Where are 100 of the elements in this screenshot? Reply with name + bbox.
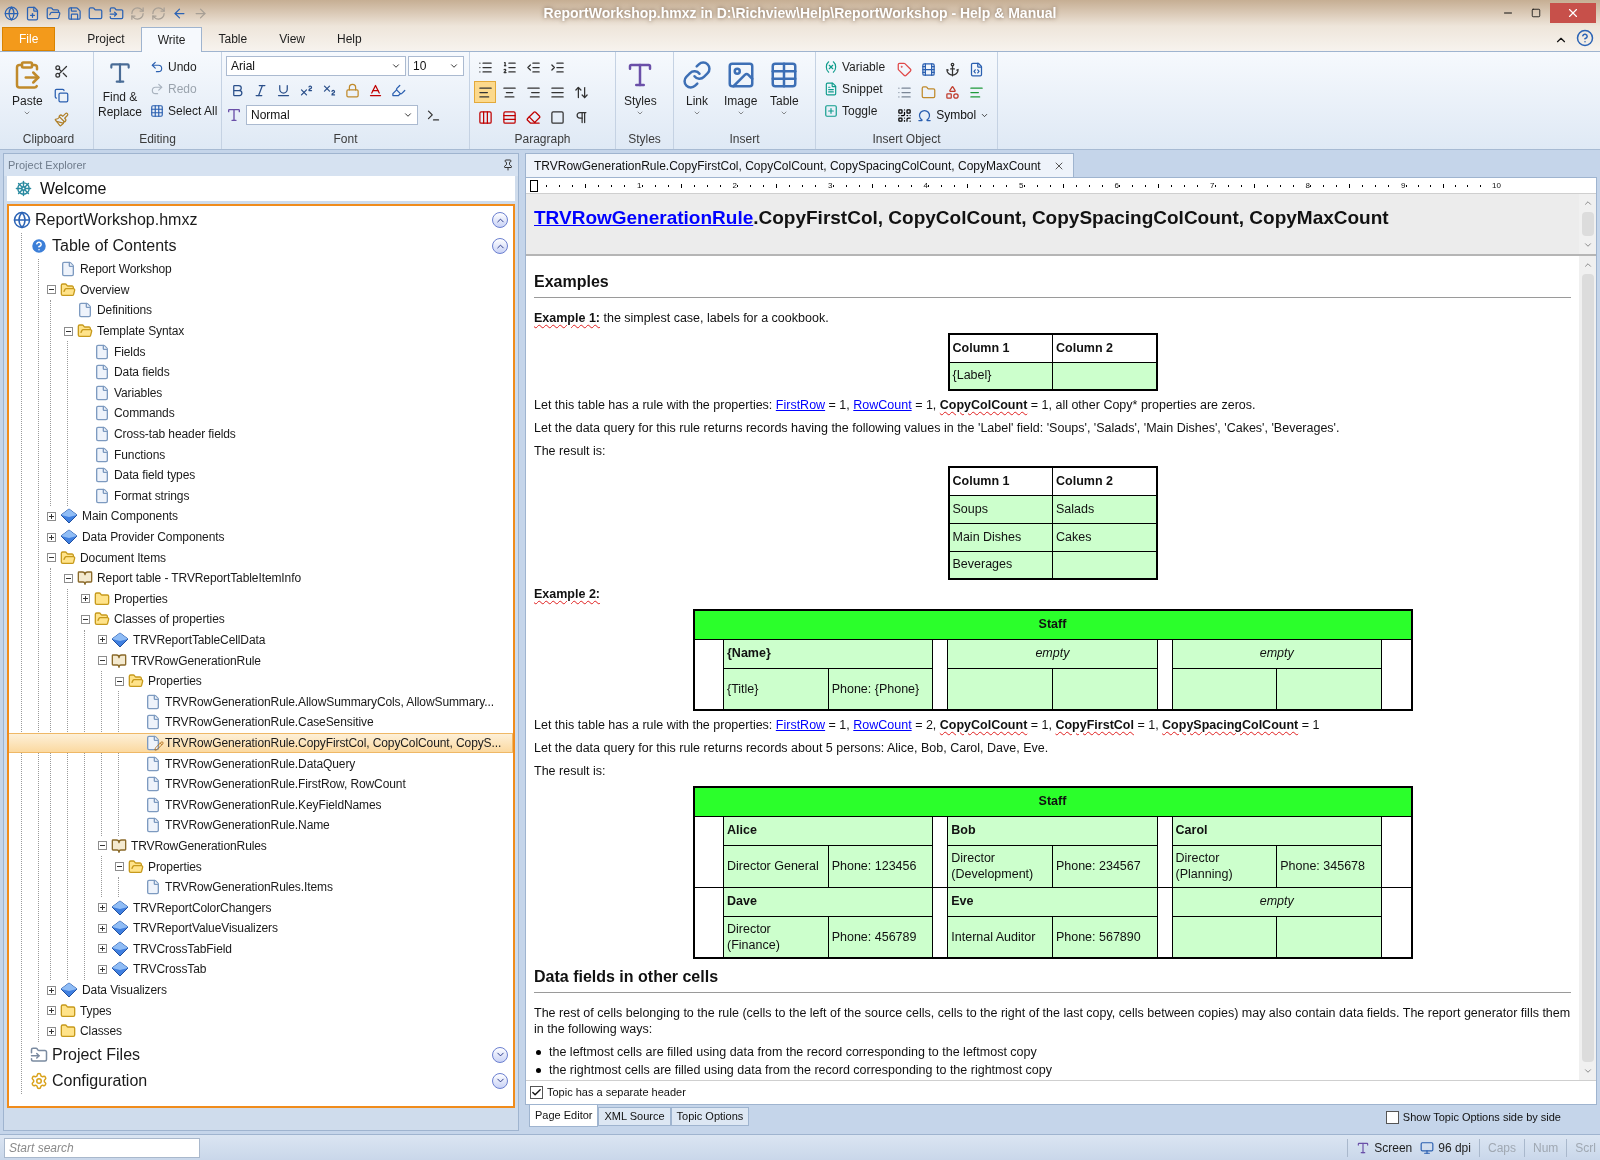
tree-item[interactable]: Properties [114, 856, 513, 877]
ribbon-tab[interactable]: Table [202, 27, 264, 51]
editor-mode-tab[interactable]: Page Editor [529, 1105, 599, 1127]
toggle-button[interactable]: Toggle [820, 100, 890, 122]
tree-item[interactable]: Commands [80, 403, 513, 424]
tree-item[interactable]: Data field types [80, 464, 513, 486]
style-icon[interactable] [226, 107, 242, 123]
tree-item[interactable]: Template Syntax [63, 320, 513, 342]
link[interactable]: RowCount [853, 718, 912, 732]
tree-item[interactable]: TRVRowGenerationRule.AllowSummaryCols, AllowSummary... [131, 691, 513, 713]
tree-item[interactable]: Functions [80, 444, 513, 465]
folder-icon[interactable] [88, 5, 103, 21]
collapse-icon[interactable] [115, 862, 124, 871]
tree-item[interactable]: TRVCrossTab [97, 959, 513, 980]
styles-button[interactable]: Styles [620, 56, 661, 130]
tree-item[interactable]: TRVRowGenerationRule.CopyFirstCol, CopyColCount, CopyS... [9, 732, 513, 754]
table-button[interactable]: Table [765, 56, 804, 130]
tree-item[interactable]: Overview [46, 279, 513, 301]
expand-section-button[interactable] [492, 1072, 508, 1089]
style-dropdown[interactable]: Normal [246, 105, 418, 125]
tree-item[interactable]: TRVRowGenerationRule [97, 650, 513, 671]
tree-item[interactable]: Types [46, 1000, 513, 1021]
expand-icon[interactable] [98, 903, 107, 913]
open-folder-icon[interactable] [46, 5, 61, 21]
ribbon-tab[interactable]: View [263, 27, 321, 51]
paste-button[interactable]: Paste [8, 56, 47, 130]
tree-item[interactable]: Document Items [46, 547, 513, 568]
tree-item[interactable]: ReportWorkshop.hmxz [12, 207, 513, 233]
tree-item[interactable]: TRVRowGenerationRule.CaseSensitive [131, 712, 513, 733]
select-all-button[interactable]: Select All [146, 100, 222, 122]
tree-item[interactable]: TRVRowGenerationRules [97, 835, 513, 857]
save-icon[interactable] [67, 5, 82, 21]
tree-item[interactable]: Table of Contents [29, 233, 513, 259]
tree-item[interactable]: Definitions [63, 300, 513, 321]
tree-item[interactable]: Properties [80, 588, 513, 610]
tree-item[interactable]: Report table - TRVReportTableItemInfo [63, 567, 513, 589]
app-icon[interactable] [4, 5, 19, 21]
link-button[interactable]: Link [678, 56, 716, 130]
expand-icon[interactable] [98, 944, 107, 954]
tree-item[interactable]: Classes of properties [80, 609, 513, 630]
collapse-icon[interactable] [81, 614, 90, 624]
tree-item[interactable]: Report Workshop [46, 259, 513, 280]
collapse-icon[interactable] [64, 326, 73, 336]
collapse-icon[interactable] [98, 841, 107, 851]
tree-item[interactable]: Properties [114, 670, 513, 692]
editor-mode-tab[interactable]: XML Source [598, 1107, 671, 1126]
expand-icon[interactable] [47, 511, 56, 521]
ribbon-tab[interactable]: Help [320, 27, 378, 51]
expand-icon[interactable] [98, 923, 107, 933]
font-size-dropdown[interactable]: 10 [408, 56, 464, 76]
document-tab[interactable]: TRVRowGenerationRule.CopyFirstCol, CopyColCount, CopySpacingColCount, CopyMaxCount [525, 153, 1074, 177]
find-replace-button[interactable]: Find & Replace [98, 56, 142, 120]
collapse-section-button[interactable] [492, 238, 508, 254]
pin-icon[interactable] [502, 159, 514, 171]
search-field[interactable]: Start search [4, 1137, 200, 1158]
link[interactable]: FirstRow [775, 398, 826, 412]
undo-button[interactable]: Undo [146, 56, 222, 78]
tree-item[interactable]: TRVRowGenerationRule.DataQuery [131, 753, 513, 774]
header-checkbox[interactable]: Topic has a separate header [530, 1084, 686, 1101]
back-icon[interactable] [172, 5, 187, 21]
collapse-icon[interactable] [47, 553, 56, 563]
link[interactable]: RowCount [853, 398, 912, 412]
tree-item[interactable]: Data Provider Components [46, 526, 513, 548]
font-name-dropdown[interactable]: Arial [226, 56, 406, 76]
tree-item[interactable]: TRVReportTableCellData [97, 629, 513, 651]
expand-icon[interactable] [47, 985, 56, 995]
expand-section-button[interactable] [492, 1046, 508, 1063]
tree-item[interactable]: TRVRowGenerationRules.Items [131, 876, 513, 898]
variable-button[interactable]: Variable [820, 56, 890, 78]
tree-item[interactable]: TRVRowGenerationRule.FirstRow, RowCount [131, 773, 513, 795]
tree-item[interactable]: TRVRowGenerationRule.KeyFieldNames [131, 794, 513, 816]
tree-item[interactable]: Variables [80, 382, 513, 404]
link[interactable]: FirstRow [775, 718, 826, 732]
expand-icon[interactable] [98, 965, 107, 974]
tree-item[interactable]: TRVRowGenerationRule.Name [131, 815, 513, 836]
tree-item[interactable]: Fields [80, 341, 513, 362]
dpi-indicator[interactable]: 96 dpi [1420, 1138, 1471, 1157]
welcome-item[interactable]: Welcome [7, 176, 515, 201]
help-icon[interactable] [1576, 29, 1594, 47]
collapse-icon[interactable] [47, 285, 56, 295]
align-button[interactable] [474, 81, 496, 103]
tree-item[interactable]: Cross-tab header fields [80, 423, 513, 445]
tree-item[interactable]: TRVCrossTabField [97, 938, 513, 960]
import-folder-icon[interactable] [109, 5, 124, 21]
symbol-button[interactable]: Symbol [917, 104, 990, 126]
tree-item[interactable]: Configuration [29, 1067, 513, 1094]
tree-item[interactable]: Data Visualizers [46, 979, 513, 1001]
tree-item[interactable]: Data fields [80, 361, 513, 383]
tree-item[interactable]: Classes [46, 1020, 513, 1042]
side-by-side-checkbox[interactable]: Show Topic Options side by side [1385, 1109, 1561, 1126]
ribbon-tab[interactable]: Write [140, 27, 203, 52]
snippet-button[interactable]: Snippet [820, 78, 890, 100]
collapse-icon[interactable] [115, 676, 124, 686]
link[interactable]: TRVRowGenerationRule [534, 207, 754, 228]
expand-icon[interactable] [98, 635, 107, 645]
ribbon-tab[interactable]: Project [71, 27, 141, 51]
tree-item[interactable]: TRVReportColorChangers [97, 897, 513, 918]
zoom-mode[interactable]: Screen [1356, 1138, 1413, 1157]
tree-item[interactable]: Main Components [46, 506, 513, 527]
expand-icon[interactable] [81, 594, 90, 604]
